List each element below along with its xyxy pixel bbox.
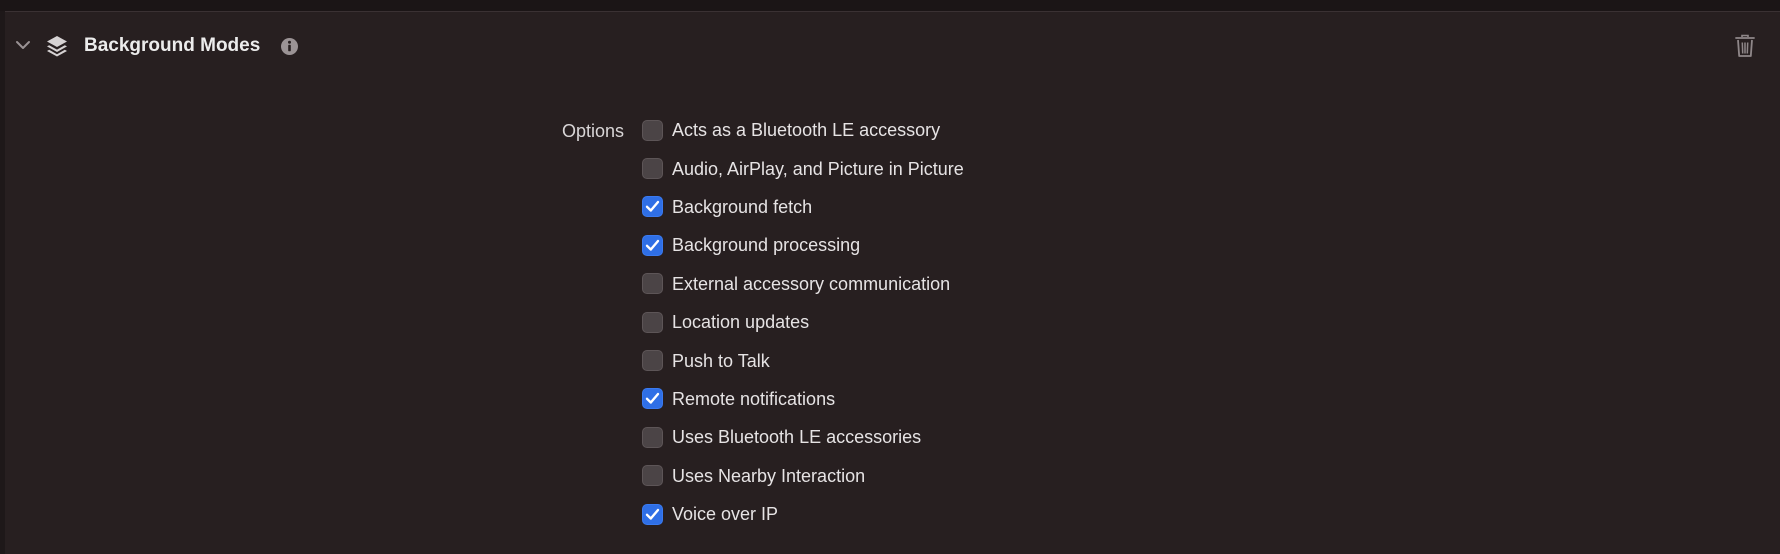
option-label: Uses Nearby Interaction	[672, 465, 866, 486]
options-list: Acts as a Bluetooth LE accessory Audio, …	[642, 111, 964, 533]
checkbox-external-accessory-communication[interactable]	[642, 273, 663, 295]
background-modes-section: Background Modes Options Acts as a Bluet…	[5, 11, 1780, 554]
option-acts-as-a-bluetooth-le-accessory[interactable]: Acts as a Bluetooth LE accessory	[642, 111, 964, 149]
capability-editor: Background Modes Options Acts as a Bluet…	[0, 0, 1780, 554]
option-external-accessory-communication[interactable]: External accessory communication	[642, 265, 964, 303]
option-remote-notifications[interactable]: Remote notifications	[642, 380, 964, 418]
top-divider	[0, 0, 1780, 11]
checkmark-icon	[645, 508, 660, 520]
checkbox-audio-airplay-and-picture-in-picture[interactable]	[642, 158, 663, 180]
option-audio-airplay-and-picture-in-picture[interactable]: Audio, AirPlay, and Picture in Picture	[642, 149, 964, 187]
option-uses-bluetooth-le-accessories[interactable]: Uses Bluetooth LE accessories	[642, 418, 964, 456]
info-icon[interactable]	[280, 37, 299, 56]
checkbox-background-processing[interactable]	[642, 234, 663, 256]
option-background-processing[interactable]: Background processing	[642, 226, 964, 264]
checkbox-push-to-talk[interactable]	[642, 350, 663, 372]
chevron-down-icon[interactable]	[14, 36, 32, 54]
option-label: External accessory communication	[672, 273, 951, 294]
trash-icon[interactable]	[1734, 34, 1756, 58]
option-label: Background processing	[672, 235, 861, 256]
option-location-updates[interactable]: Location updates	[642, 303, 964, 341]
option-label: Voice over IP	[672, 504, 779, 525]
option-background-fetch[interactable]: Background fetch	[642, 188, 964, 226]
option-label: Location updates	[672, 312, 810, 333]
checkbox-remote-notifications[interactable]	[642, 388, 663, 410]
option-push-to-talk[interactable]: Push to Talk	[642, 341, 964, 379]
option-label: Acts as a Bluetooth LE accessory	[672, 120, 941, 141]
checkbox-uses-nearby-interaction[interactable]	[642, 465, 663, 487]
option-voice-over-ip[interactable]: Voice over IP	[642, 495, 964, 533]
checkbox-voice-over-ip[interactable]	[642, 503, 663, 525]
option-label: Remote notifications	[672, 388, 836, 409]
layers-icon	[44, 33, 70, 59]
option-label: Background fetch	[672, 196, 813, 217]
section-title: Background Modes	[84, 35, 261, 56]
option-uses-nearby-interaction[interactable]: Uses Nearby Interaction	[642, 457, 964, 495]
option-label: Uses Bluetooth LE accessories	[672, 427, 922, 448]
option-label: Push to Talk	[672, 350, 770, 371]
checkmark-icon	[645, 239, 660, 251]
checkbox-location-updates[interactable]	[642, 311, 663, 333]
checkbox-uses-bluetooth-le-accessories[interactable]	[642, 426, 663, 448]
option-label: Audio, AirPlay, and Picture in Picture	[672, 158, 964, 179]
checkbox-acts-as-a-bluetooth-le-accessory[interactable]	[642, 119, 663, 141]
checkmark-icon	[645, 201, 660, 213]
checkmark-icon	[645, 393, 660, 405]
options-label: Options	[562, 121, 625, 141]
checkbox-background-fetch[interactable]	[642, 196, 663, 218]
section-header: Background Modes	[5, 12, 1780, 80]
